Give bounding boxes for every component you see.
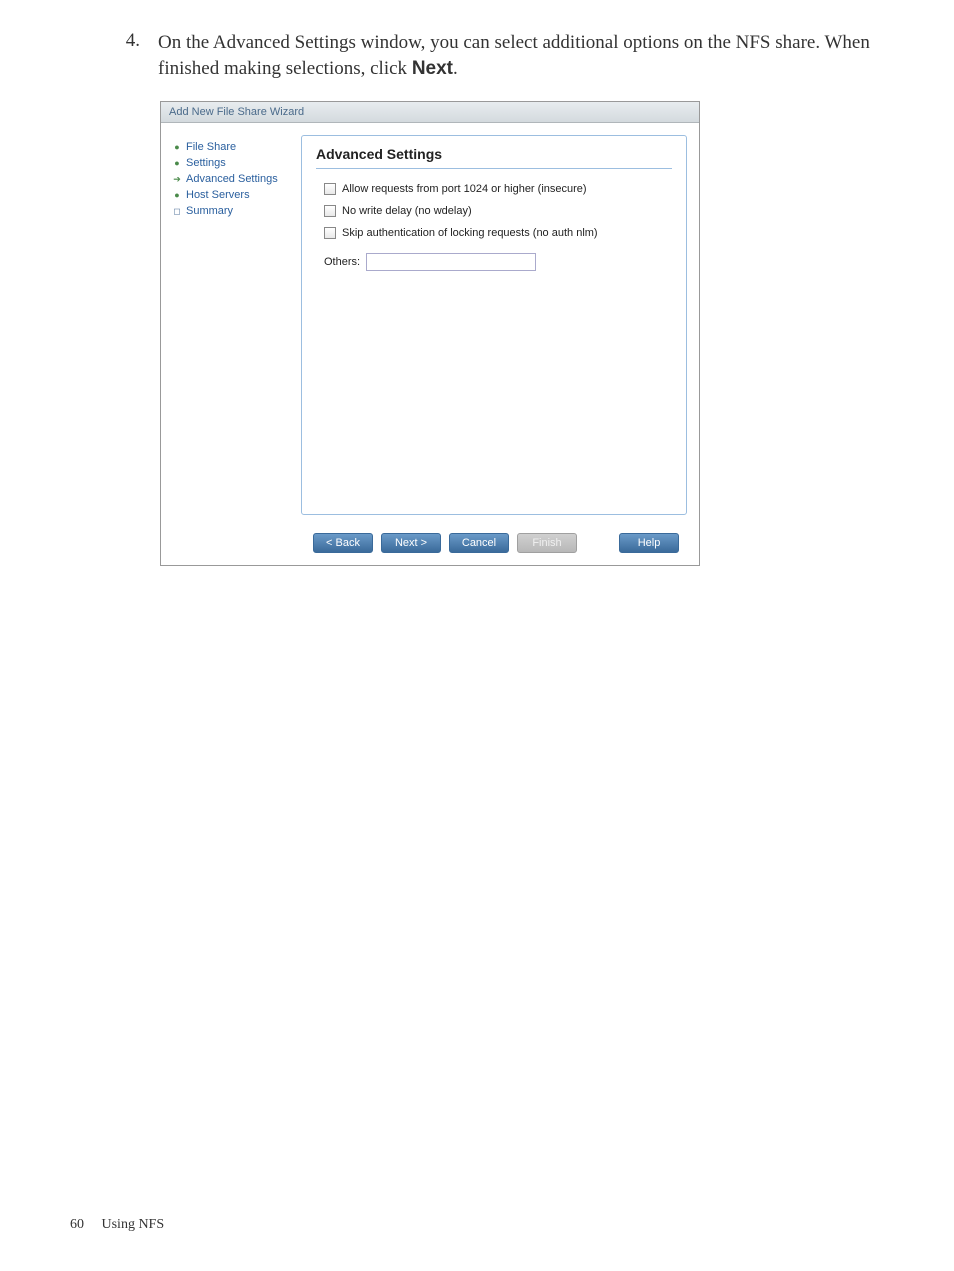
others-input[interactable] xyxy=(366,253,536,271)
dot-icon: ● xyxy=(173,191,181,199)
others-label: Others: xyxy=(324,256,360,268)
instruction-text: On the Advanced Settings window, you can… xyxy=(158,30,884,81)
step-number: 4. xyxy=(120,30,140,81)
others-row: Others: xyxy=(324,253,672,271)
checkbox-icon[interactable] xyxy=(324,205,336,217)
help-button[interactable]: Help xyxy=(619,533,679,553)
checkbox-label: Skip authentication of locking requests … xyxy=(342,227,598,239)
checkbox-label: No write delay (no wdelay) xyxy=(342,205,472,217)
sidebar-item-label: Summary xyxy=(186,205,233,217)
checkbox-no-auth-nlm[interactable]: Skip authentication of locking requests … xyxy=(324,227,672,239)
sidebar-item-file-share[interactable]: ● File Share xyxy=(173,139,291,155)
wizard-titlebar: Add New File Share Wizard xyxy=(161,102,699,123)
checkbox-icon[interactable] xyxy=(324,183,336,195)
dot-icon: ● xyxy=(173,159,181,167)
sidebar-item-label: Host Servers xyxy=(186,189,250,201)
sidebar-item-advanced-settings[interactable]: ➔ Advanced Settings xyxy=(173,171,291,187)
back-button[interactable]: < Back xyxy=(313,533,373,553)
instruction-step: 4. On the Advanced Settings window, you … xyxy=(120,30,884,81)
wizard-main-panel: Advanced Settings Allow requests from po… xyxy=(301,135,687,515)
wizard-window: Add New File Share Wizard ● File Share ●… xyxy=(160,101,700,566)
sidebar-item-host-servers[interactable]: ● Host Servers xyxy=(173,187,291,203)
cancel-button[interactable]: Cancel xyxy=(449,533,509,553)
checkbox-insecure[interactable]: Allow requests from port 1024 or higher … xyxy=(324,183,672,195)
arrow-icon: ➔ xyxy=(173,175,181,183)
sidebar-item-label: Advanced Settings xyxy=(186,173,278,185)
wizard-heading: Advanced Settings xyxy=(316,146,672,169)
dot-icon: ● xyxy=(173,143,181,151)
sidebar-item-settings[interactable]: ● Settings xyxy=(173,155,291,171)
sidebar-item-label: Settings xyxy=(186,157,226,169)
instruction-part1: On the Advanced Settings window, you can… xyxy=(158,32,870,79)
page-number: 60 xyxy=(70,1217,84,1232)
instruction-bold: Next xyxy=(412,58,453,79)
wizard-sidebar: ● File Share ● Settings ➔ Advanced Setti… xyxy=(173,135,291,515)
next-button[interactable]: Next > xyxy=(381,533,441,553)
checkbox-label: Allow requests from port 1024 or higher … xyxy=(342,183,587,195)
instruction-part2: . xyxy=(453,58,458,79)
page-footer: 60 Using NFS xyxy=(70,1217,164,1233)
footer-section: Using NFS xyxy=(102,1217,165,1232)
sidebar-item-summary[interactable]: ◻ Summary xyxy=(173,203,291,219)
checkbox-icon[interactable] xyxy=(324,227,336,239)
sidebar-item-label: File Share xyxy=(186,141,236,153)
box-icon: ◻ xyxy=(173,207,181,215)
wizard-footer: < Back Next > Cancel Finish Help xyxy=(301,525,699,565)
checkbox-no-wdelay[interactable]: No write delay (no wdelay) xyxy=(324,205,672,217)
finish-button: Finish xyxy=(517,533,577,553)
